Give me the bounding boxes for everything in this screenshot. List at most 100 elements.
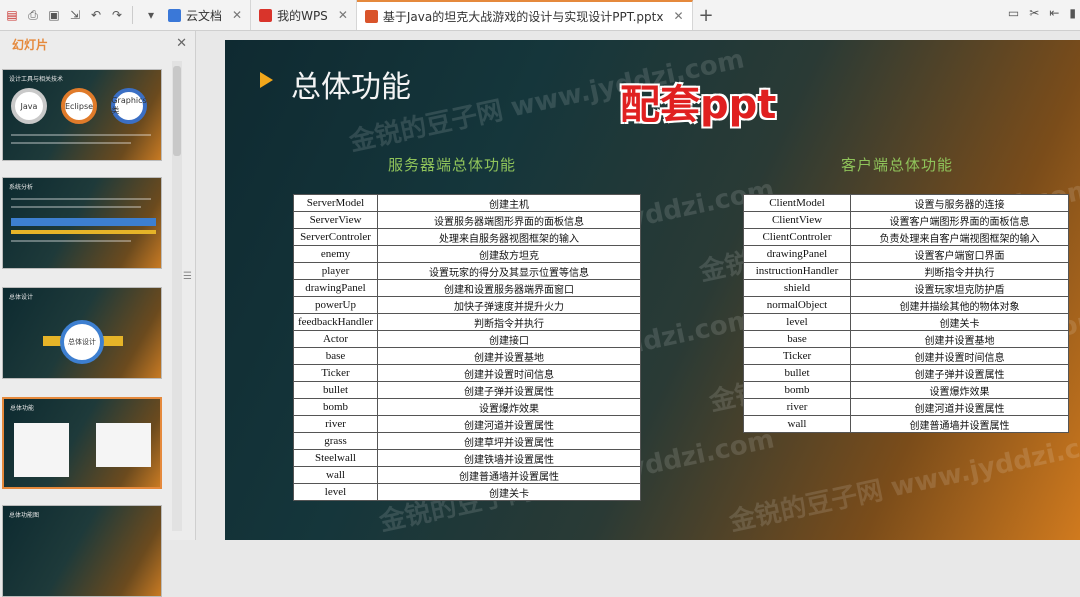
table-row: Actor 创建接口 xyxy=(293,330,641,348)
close-icon[interactable]: ✕ xyxy=(232,8,242,22)
thumbnail-title: 总体功能图 xyxy=(9,512,40,519)
collapse-icon[interactable]: ⇤ xyxy=(1049,6,1059,20)
thumbnail-title: 系统分析 xyxy=(9,184,34,191)
description-cell: 设置爆炸效果 xyxy=(850,381,1069,399)
description-cell: 创建和设置服务器端界面窗口 xyxy=(377,279,641,297)
description-cell: 创建并设置基地 xyxy=(377,347,641,365)
slide-thumbnail[interactable]: 总体功能图 xyxy=(2,505,162,597)
tab-cloud-docs[interactable]: 云文档 ✕ xyxy=(160,0,252,30)
description-cell: 设置服务器端图形界面的面板信息 xyxy=(377,211,641,229)
slide-thumbnail[interactable]: 总体设计 总体设计 xyxy=(2,287,162,379)
skin-icon[interactable]: ✂ xyxy=(1029,6,1039,20)
table-row: drawingPanel 设置客户端窗口界面 xyxy=(743,245,1069,263)
pptx-file-icon xyxy=(364,9,378,23)
class-name-cell: instructionHandler xyxy=(743,262,851,280)
more-icon[interactable]: ▮ xyxy=(1069,6,1076,20)
table-row: wall 创建普通墙并设置属性 xyxy=(743,415,1069,433)
table-row: ClientModel 设置与服务器的连接 xyxy=(743,194,1069,212)
table-row: river 创建河道并设置属性 xyxy=(743,398,1069,416)
class-name-cell: base xyxy=(293,347,378,365)
slide-thumbnail-selected[interactable]: 总体功能 xyxy=(2,397,162,489)
client-heading: 客户端总体功能 xyxy=(841,156,954,174)
description-cell: 创建子弹并设置属性 xyxy=(850,364,1069,382)
new-tab-button[interactable]: + xyxy=(699,5,714,26)
screen-icon[interactable]: ▭ xyxy=(1008,6,1019,20)
table-row: level 创建关卡 xyxy=(293,483,641,501)
thumbnail-yellow-bar xyxy=(11,230,156,234)
thumbnail-table xyxy=(14,423,69,477)
slides-scrollbar[interactable] xyxy=(172,61,182,531)
table-row: Ticker 创建并设置时间信息 xyxy=(293,364,641,382)
tab-my-wps[interactable]: 我的WPS ✕ xyxy=(251,0,357,30)
print-icon[interactable]: ⎙ xyxy=(24,6,42,24)
redo-icon[interactable]: ↷ xyxy=(108,6,126,24)
close-icon[interactable]: ✕ xyxy=(176,36,187,51)
class-name-cell: Actor xyxy=(293,330,378,348)
class-name-cell: feedbackHandler xyxy=(293,313,378,331)
slide-thumbnail[interactable]: 系统分析 xyxy=(2,177,162,269)
class-name-cell: drawingPanel xyxy=(743,245,851,263)
class-name-cell: Steelwall xyxy=(293,449,378,467)
table-row: base 创建并设置基地 xyxy=(743,330,1069,348)
client-function-table: ClientModel 设置与服务器的连接 ClientView 设置客户端图形界面的… xyxy=(743,194,1069,433)
export-icon[interactable]: ⇲ xyxy=(66,6,84,24)
close-icon[interactable]: ✕ xyxy=(673,9,683,23)
description-cell: 设置玩家坦克防护盾 xyxy=(850,279,1069,297)
close-icon[interactable]: ✕ xyxy=(338,8,348,22)
table-row: drawingPanel 创建和设置服务器端界面窗口 xyxy=(293,279,641,297)
description-cell: 判断指令并执行 xyxy=(850,262,1069,280)
description-cell: 创建并设置时间信息 xyxy=(377,364,641,382)
class-name-cell: powerUp xyxy=(293,296,378,314)
tab-pptx-document[interactable]: 基于Java的坦克大战游戏的设计与实现设计PPT.pptx ✕ xyxy=(356,0,693,30)
print-preview-icon[interactable]: ▣ xyxy=(45,6,63,24)
class-name-cell: ServerControler xyxy=(293,228,378,246)
class-name-cell: ClientControler xyxy=(743,228,851,246)
slides-panel-header: 幻灯片 ✕ xyxy=(0,31,195,57)
table-row: feedbackHandler 判断指令并执行 xyxy=(293,313,641,331)
class-name-cell: bomb xyxy=(743,381,851,399)
table-row: shield 设置玩家坦克防护盾 xyxy=(743,279,1069,297)
slide-thumbnail[interactable]: 设计工具与相关技术 Java Eclipse Graphics类 xyxy=(2,69,162,161)
panel-resize-handle[interactable]: ☰ xyxy=(183,271,192,282)
table-row: bullet 创建子弹并设置属性 xyxy=(293,381,641,399)
description-cell: 创建普通墙并设置属性 xyxy=(377,466,641,484)
tab-label: 我的WPS xyxy=(277,8,328,23)
window-controls: ▭ ✂ ⇤ ▮ xyxy=(1008,6,1076,20)
description-cell: 创建关卡 xyxy=(850,313,1069,331)
class-name-cell: enemy xyxy=(293,245,378,263)
class-name-cell: ClientModel xyxy=(743,194,851,212)
scrollbar-thumb[interactable] xyxy=(173,66,181,156)
description-cell: 加快子弹速度并提升火力 xyxy=(377,296,641,314)
class-name-cell: river xyxy=(293,415,378,433)
table-row: level 创建关卡 xyxy=(743,313,1069,331)
dropdown-arrow-icon[interactable]: ▾ xyxy=(142,6,160,24)
watermark-text: 金锐的豆子网 www.jyddzi.com xyxy=(726,424,1080,538)
table-row: ClientView 设置客户端图形界面的面板信息 xyxy=(743,211,1069,229)
class-name-cell: level xyxy=(743,313,851,331)
thumbnail-circle: Graphics类 xyxy=(111,88,147,124)
table-row: ServerModel 创建主机 xyxy=(293,194,641,212)
table-row: grass 创建草坪并设置属性 xyxy=(293,432,641,450)
description-cell: 设置爆炸效果 xyxy=(377,398,641,416)
table-row: powerUp 加快子弹速度并提升火力 xyxy=(293,296,641,314)
thumbnail-title: 设计工具与相关技术 xyxy=(9,76,64,83)
panel-toggle[interactable] xyxy=(0,31,4,57)
thumbnail-text-line xyxy=(11,240,131,242)
description-cell: 创建草坪并设置属性 xyxy=(377,432,641,450)
cloud-doc-icon xyxy=(168,8,181,22)
class-name-cell: wall xyxy=(293,466,378,484)
tab-label: 基于Java的坦克大战游戏的设计与实现设计PPT.pptx xyxy=(382,9,664,24)
undo-icon[interactable]: ↶ xyxy=(87,6,105,24)
slides-panel-title: 幻灯片 xyxy=(12,37,49,52)
class-name-cell: bullet xyxy=(743,364,851,382)
thumbnail-circle: Java xyxy=(11,88,47,124)
description-cell: 设置客户端图形界面的面板信息 xyxy=(850,211,1069,229)
thumbnail-title: 总体功能 xyxy=(10,405,35,412)
description-cell: 设置客户端窗口界面 xyxy=(850,245,1069,263)
class-name-cell: level xyxy=(293,483,378,501)
slide-canvas[interactable]: 金锐的豆子网 www.jyddzi.com 金锐的豆子网 www.jyddzi.… xyxy=(225,40,1080,540)
description-cell: 创建并描绘其他的物体对象 xyxy=(850,296,1069,314)
description-cell: 创建接口 xyxy=(377,330,641,348)
thumbnail-blue-bar xyxy=(11,218,156,226)
new-doc-icon[interactable]: ▤ xyxy=(3,6,21,24)
